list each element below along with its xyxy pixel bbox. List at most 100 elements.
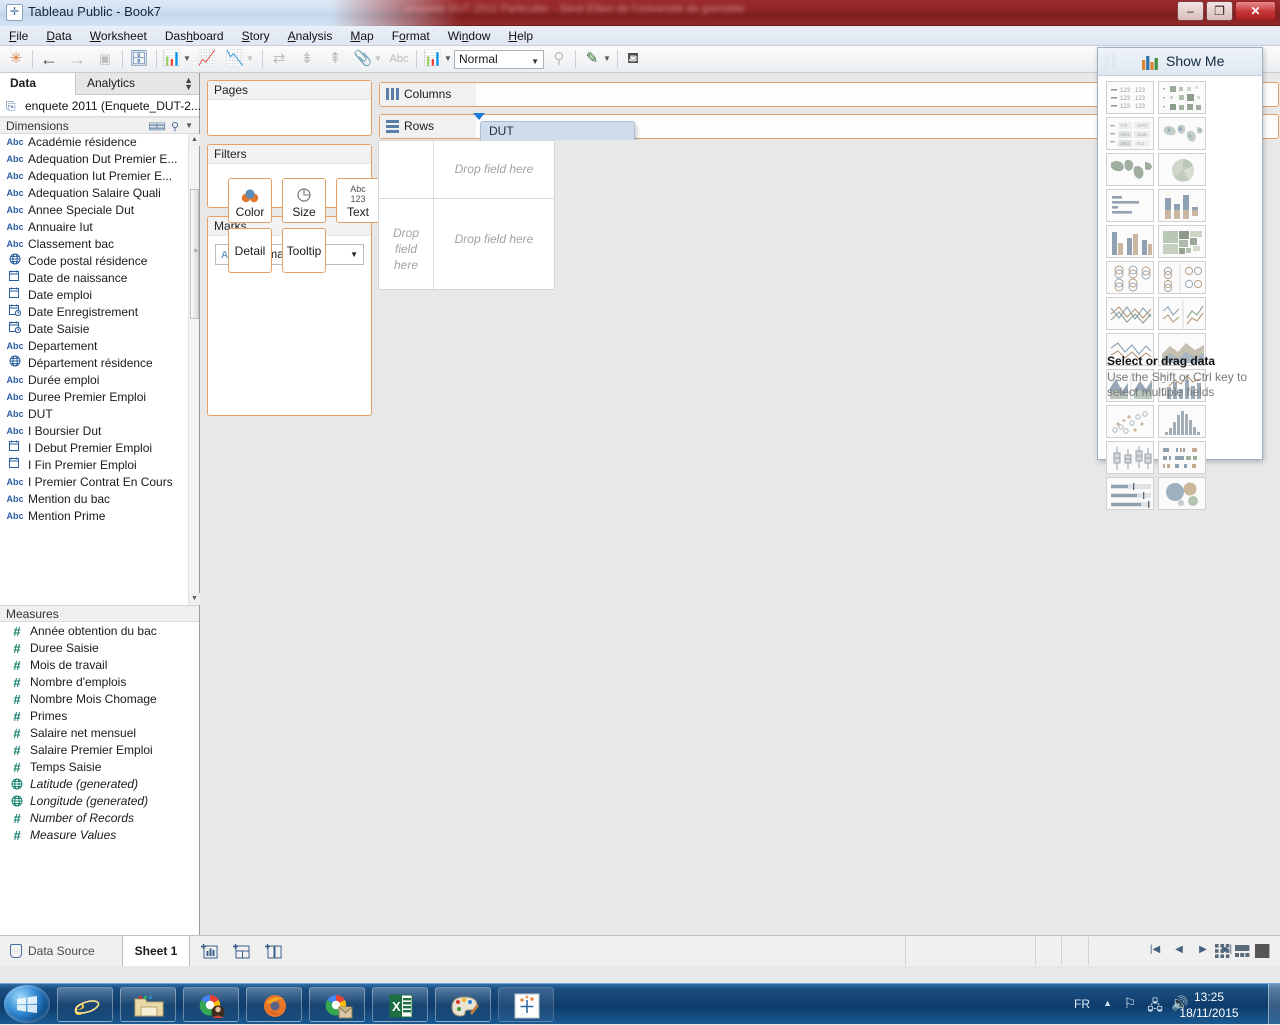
duplicate-sheet-icon[interactable]: 📈 bbox=[196, 48, 218, 71]
next-sheet-icon[interactable]: ▶ bbox=[1195, 944, 1211, 955]
dimension-field[interactable]: Abc I Premier Contrat En Cours bbox=[0, 474, 199, 491]
menu-item-window[interactable]: Window bbox=[439, 26, 500, 46]
measure-field[interactable]: # Salaire Premier Emploi bbox=[0, 742, 199, 759]
tabs-view-icon[interactable] bbox=[1215, 944, 1231, 958]
menu-item-worksheet[interactable]: Worksheet bbox=[81, 26, 156, 46]
tab-analytics[interactable]: Analytics bbox=[77, 73, 145, 95]
show-me-symbol-map[interactable] bbox=[1158, 117, 1206, 150]
menu-item-data[interactable]: Data bbox=[37, 26, 80, 46]
marks-tooltip-button[interactable]: Tooltip bbox=[282, 228, 326, 273]
measure-field[interactable]: Latitude (generated) bbox=[0, 776, 199, 793]
fix-axes-icon[interactable]: ✎ ▼ bbox=[581, 48, 612, 71]
taskbar-mozilla-firefox[interactable] bbox=[246, 987, 302, 1022]
marks-color-button[interactable]: Color bbox=[228, 178, 272, 223]
pages-card[interactable]: Pages bbox=[207, 80, 372, 136]
measure-field[interactable]: # Nombre Mois Chomage bbox=[0, 691, 199, 708]
show-me-filled-map[interactable] bbox=[1106, 153, 1154, 186]
flag-action-center-icon[interactable]: ⚐ bbox=[1120, 995, 1140, 1013]
show-me-dual-lines[interactable] bbox=[1158, 297, 1206, 330]
dimension-field[interactable]: Abc Adequation Dut Premier E... bbox=[0, 151, 199, 168]
pane-collapse-icon[interactable]: ▲ ▼ bbox=[184, 76, 193, 92]
group-by-folder-icon[interactable]: ▤▤ bbox=[148, 121, 166, 132]
chevron-up-icon[interactable]: ▲ bbox=[1103, 998, 1112, 1008]
dimension-field[interactable]: Abc Adequation Iut Premier E... bbox=[0, 168, 199, 185]
show-me-panel[interactable]: ⁙⁙⁙⁙⁙⁙ Show Me 123 123 123 123 123 123 bbox=[1097, 47, 1263, 510]
new-dashboard-icon[interactable] bbox=[232, 942, 254, 960]
measure-field[interactable]: Longitude (generated) bbox=[0, 793, 199, 810]
taskbar-google-chrome[interactable] bbox=[309, 987, 365, 1022]
show-me-toolbar-icon[interactable]: ⛾ bbox=[622, 48, 644, 71]
tab-data[interactable]: Data bbox=[0, 73, 76, 95]
show-me-text-table[interactable]: 123 123 123 123 123 123 bbox=[1106, 81, 1154, 114]
marks-card[interactable]: Marks Abc Automatic ▼ Color bbox=[207, 178, 380, 416]
dimension-field[interactable]: Date emploi bbox=[0, 287, 199, 304]
scrollbar-thumb[interactable]: ≡ bbox=[190, 189, 199, 319]
dimension-field[interactable]: Abc DUT bbox=[0, 406, 199, 423]
show-me-heat-map[interactable] bbox=[1158, 81, 1206, 114]
dimension-field[interactable]: Abc Departement bbox=[0, 338, 199, 355]
dimension-field[interactable]: Abc Académie résidence bbox=[0, 134, 199, 151]
menu-item-format[interactable]: Format bbox=[383, 26, 439, 46]
dragged-field-pill[interactable]: DUT bbox=[480, 121, 635, 142]
marks-size-button[interactable]: Size bbox=[282, 178, 326, 223]
menu-item-file[interactable]: File bbox=[0, 26, 37, 46]
dimension-field[interactable]: Abc Durée emploi bbox=[0, 372, 199, 389]
taskbar-internet-explorer[interactable]: e bbox=[57, 987, 113, 1022]
dimension-field[interactable]: Abc Duree Premier Emploi bbox=[0, 389, 199, 406]
menu-item-dashboard[interactable]: Dashboard bbox=[156, 26, 233, 46]
dimension-field[interactable]: Abc Adequation Salaire Quali bbox=[0, 185, 199, 202]
scroll-down-icon[interactable]: ▼ bbox=[189, 593, 200, 605]
first-sheet-icon[interactable]: |◀ bbox=[1147, 944, 1163, 955]
measure-field[interactable]: # Salaire net mensuel bbox=[0, 725, 199, 742]
menu-item-analysis[interactable]: Analysis bbox=[279, 26, 342, 46]
minimize-button[interactable]: – bbox=[1177, 1, 1204, 21]
menu-item-story[interactable]: Story bbox=[233, 26, 279, 46]
show-me-scatter-plot[interactable] bbox=[1106, 405, 1154, 438]
dimension-field[interactable]: Abc Mention Prime bbox=[0, 508, 199, 525]
show-me-thumbnail-grid[interactable]: 123 123 123 123 123 123 172 1272 1841 11… bbox=[1104, 81, 1258, 513]
show-me-stacked-bars[interactable] bbox=[1158, 189, 1206, 222]
dimension-field[interactable]: Abc I Boursier Dut bbox=[0, 423, 199, 440]
taskbar-paint[interactable] bbox=[435, 987, 491, 1022]
show-me-lines-discrete[interactable] bbox=[1106, 297, 1154, 330]
dimension-field[interactable]: Abc Mention du bac bbox=[0, 491, 199, 508]
restore-button[interactable]: ❐ bbox=[1206, 1, 1233, 21]
measures-list[interactable]: # Année obtention du bac # Duree Saisie # Moi… bbox=[0, 623, 199, 844]
new-story-icon[interactable] bbox=[264, 942, 286, 960]
windows-start-orb[interactable] bbox=[4, 985, 50, 1023]
taskbar-file-explorer[interactable] bbox=[120, 987, 176, 1022]
chevron-down-icon[interactable]: ▼ bbox=[185, 121, 193, 130]
network-icon[interactable]: 🖧 bbox=[1145, 995, 1165, 1013]
dimension-field[interactable]: Abc Annee Speciale Dut bbox=[0, 202, 199, 219]
data-source-tab[interactable]: Data Source bbox=[6, 936, 95, 966]
drag-grip-icon[interactable]: ⁙⁙ ⁙⁙ ⁙⁙ bbox=[1104, 53, 1118, 70]
show-me-bullet-graph[interactable] bbox=[1106, 477, 1154, 510]
dimension-field[interactable]: I Fin Premier Emploi bbox=[0, 457, 199, 474]
close-button[interactable]: ✕ bbox=[1235, 1, 1276, 21]
show-me-circle-views[interactable] bbox=[1106, 261, 1154, 294]
taskbar-tableau-public[interactable] bbox=[498, 987, 554, 1022]
measure-field[interactable]: # Nombre d'emplois bbox=[0, 674, 199, 691]
show-me-histogram[interactable] bbox=[1158, 405, 1206, 438]
show-me-packed-bubbles[interactable] bbox=[1158, 477, 1206, 510]
dimension-field[interactable]: Date Saisie bbox=[0, 321, 199, 338]
clock[interactable]: 13:25 18/11/2015 bbox=[1166, 989, 1252, 1021]
search-icon[interactable]: ⚲ bbox=[171, 120, 179, 133]
menu-item-help[interactable]: Help bbox=[499, 26, 542, 46]
undo-icon[interactable]: ← bbox=[38, 48, 60, 71]
dimension-field[interactable]: Date Enregistrement bbox=[0, 304, 199, 321]
previous-sheet-icon[interactable]: ◀ bbox=[1171, 944, 1187, 955]
new-worksheet-icon[interactable]: 📊 ▼ bbox=[161, 48, 192, 71]
show-me-treemap[interactable] bbox=[1158, 225, 1206, 258]
style-dropdown[interactable]: Normal ▼ bbox=[454, 50, 544, 69]
scroll-up-icon[interactable]: ▲ bbox=[189, 134, 200, 146]
show-me-highlight-table[interactable]: 172 1272 1841 1146 2982 821 bbox=[1106, 117, 1154, 150]
dimension-field[interactable]: Abc Annuaire Iut bbox=[0, 219, 199, 236]
sheet-sorter-view-icon[interactable] bbox=[1255, 944, 1271, 958]
language-indicator[interactable]: FR bbox=[1074, 997, 1090, 1011]
show-desktop-button[interactable] bbox=[1268, 984, 1280, 1025]
dimensions-list[interactable]: Abc Académie résidence Abc Adequation Dut P… bbox=[0, 134, 199, 605]
drop-field-here-main[interactable]: Drop field here bbox=[435, 232, 553, 246]
marks-text-button[interactable]: Abc 123 Text bbox=[336, 178, 380, 223]
dimension-field[interactable]: Abc Classement bac bbox=[0, 236, 199, 253]
